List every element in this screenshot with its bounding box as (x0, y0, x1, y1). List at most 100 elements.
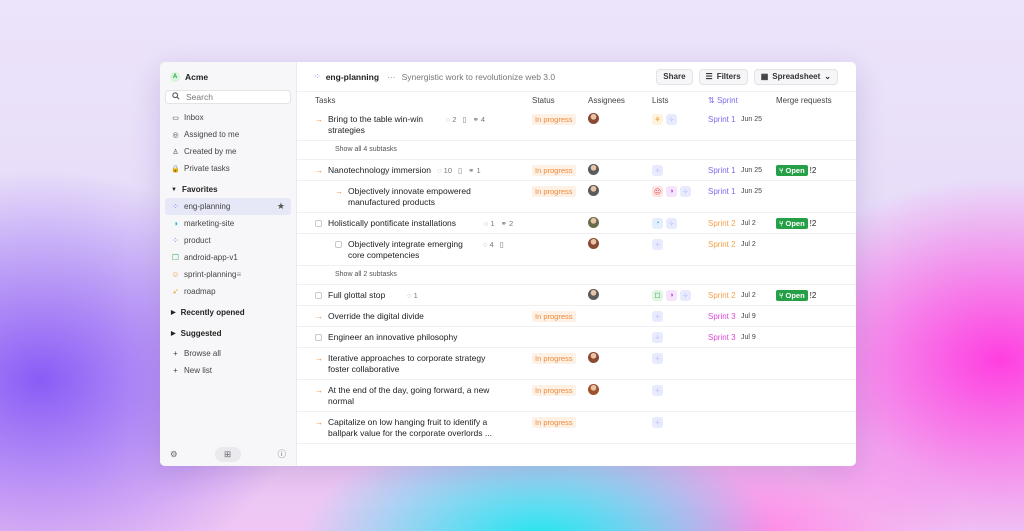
favorites-header[interactable]: ▼ Favorites (160, 181, 296, 198)
sprint-label[interactable]: Sprint 2 (708, 291, 736, 300)
sidebar-item-inbox[interactable]: ▭ Inbox (160, 109, 296, 126)
help-icon[interactable]: ⓘ (277, 448, 286, 460)
arrow-right-icon[interactable]: → (315, 167, 323, 175)
task-title[interactable]: Capitalize on low hanging fruit to ident… (328, 417, 492, 439)
list-tag-icon[interactable]: ◑ (666, 290, 677, 301)
col-assignees[interactable]: Assignees (588, 96, 625, 105)
arrow-right-icon[interactable]: → (315, 355, 323, 363)
search-input[interactable]: Search (165, 90, 291, 104)
sprint-label[interactable]: Sprint 1 (708, 115, 736, 124)
list-tag-icon[interactable]: ⁘ (652, 239, 663, 250)
task-title[interactable]: At the end of the day, going forward, a … (328, 385, 489, 407)
sprint-label[interactable]: Sprint 3 (708, 312, 736, 321)
task-title[interactable]: Full glottal stop (328, 290, 385, 301)
view-select[interactable]: ▦ Spreadsheet ⌄ (753, 68, 838, 85)
list-tag-icon[interactable]: ⁘ (666, 218, 677, 229)
avatar[interactable] (588, 384, 599, 395)
list-tag-icon[interactable]: ◔ (652, 218, 663, 229)
list-tag-icon[interactable]: ☹ (652, 186, 663, 197)
col-lists[interactable]: Lists (652, 96, 668, 105)
project-title[interactable]: eng-planning (326, 72, 379, 82)
merge-status-badge[interactable]: ⑂ Open (776, 290, 808, 301)
more-icon[interactable]: ··· (387, 72, 396, 82)
col-merge-requests[interactable]: Merge requests (776, 96, 832, 105)
list-tag-icon[interactable]: ◑ (666, 186, 677, 197)
list-tag-icon[interactable]: ⁘ (652, 353, 663, 364)
table-row[interactable]: → Objectively innovate empowered manufactu… (297, 181, 856, 213)
list-tag-icon[interactable]: ☐ (652, 290, 663, 301)
recently-opened-header[interactable]: ▶ Recently opened (160, 304, 296, 321)
sprint-label[interactable]: Sprint 2 (708, 240, 736, 249)
checkbox-icon[interactable] (315, 220, 322, 227)
list-tag-icon[interactable]: ⁘ (652, 311, 663, 322)
favorite-product[interactable]: ⁘ product (160, 232, 296, 249)
avatar[interactable] (588, 217, 599, 228)
browse-all-button[interactable]: + Browse all (160, 345, 296, 362)
table-row[interactable]: Holistically pontificate installations ◌ 1… (297, 213, 856, 234)
table-row[interactable]: → Capitalize on low hanging fruit to iden… (297, 412, 856, 444)
merge-request[interactable]: ⑂ Open !2 (776, 218, 816, 229)
avatar[interactable] (588, 113, 599, 124)
share-button[interactable]: Share (656, 68, 693, 85)
status-badge[interactable]: In progress (532, 353, 576, 364)
workspace-switcher[interactable]: A Acme (160, 70, 296, 84)
table-row[interactable]: → Override the digital divide In progress ⁘… (297, 306, 856, 327)
status-badge[interactable]: In progress (532, 165, 576, 176)
table-row[interactable]: → Nanotechnology immersion ◌ 10 ▯ ⚭ 1 In progre… (297, 160, 856, 181)
merge-status-badge[interactable]: ⑂ Open (776, 165, 808, 176)
arrow-right-icon[interactable]: → (335, 188, 343, 196)
list-tag-icon[interactable]: ⁘ (680, 290, 691, 301)
checkbox-icon[interactable] (335, 241, 342, 248)
favorite-android-app-v1[interactable]: ☐ android-app-v1 (160, 249, 296, 266)
favorite-roadmap[interactable]: ➶ roadmap (160, 283, 296, 300)
show-subtasks-button[interactable]: Show all 2 subtasks (335, 271, 397, 278)
table-row[interactable]: → Bring to the table win-win strategies ◌ 2 ▯… (297, 109, 856, 141)
gear-icon[interactable]: ⚙ (170, 449, 178, 460)
list-tag-icon[interactable]: ⁘ (680, 186, 691, 197)
table-row[interactable]: Full glottal stop ◌ 1 ☐ ◑ ⁘ Sprint 2 Jul 2 ⑂ Open… (297, 285, 856, 306)
suggested-header[interactable]: ▶ Suggested (160, 325, 296, 342)
status-badge[interactable]: In progress (532, 186, 576, 197)
compose-button[interactable]: ⊞ (214, 446, 241, 462)
arrow-right-icon[interactable]: → (315, 313, 323, 321)
sprint-label[interactable]: Sprint 1 (708, 166, 736, 175)
merge-status-badge[interactable]: ⑂ Open (776, 218, 808, 229)
task-title[interactable]: Objectively innovate empowered manufactur… (348, 186, 471, 208)
task-title[interactable]: Engineer an innovative philosophy (328, 332, 457, 343)
avatar[interactable] (588, 238, 599, 249)
arrow-right-icon[interactable]: → (315, 419, 323, 427)
list-tag-icon[interactable]: ⁘ (652, 332, 663, 343)
col-sprint[interactable]: ⇅ Sprint (708, 96, 738, 105)
list-tag-icon[interactable]: ⚘ (652, 114, 663, 125)
list-tag-icon[interactable]: ⁘ (666, 114, 677, 125)
task-title[interactable]: Objectively integrate emerging core compe… (348, 239, 463, 261)
sidebar-item-private-tasks[interactable]: 🔒 Private tasks (160, 160, 296, 177)
task-title[interactable]: Holistically pontificate installations (328, 218, 456, 229)
table-row[interactable]: → At the end of the day, going forward, a… (297, 380, 856, 412)
table-row[interactable]: Objectively integrate emerging core compe… (297, 234, 856, 266)
list-tag-icon[interactable]: ⁘ (652, 165, 663, 176)
task-title[interactable]: Nanotechnology immersion (328, 165, 431, 176)
show-subtasks-button[interactable]: Show all 4 subtasks (335, 146, 397, 153)
task-title[interactable]: Iterative approaches to corporate strate… (328, 353, 485, 375)
status-badge[interactable]: In progress (532, 385, 576, 396)
list-tag-icon[interactable]: ⁘ (652, 417, 663, 428)
sprint-label[interactable]: Sprint 2 (708, 219, 736, 228)
favorite-marketing-site[interactable]: ◑ marketing-site (160, 215, 296, 232)
sprint-label[interactable]: Sprint 1 (708, 187, 736, 196)
star-icon[interactable]: ★ (277, 201, 285, 212)
avatar[interactable] (588, 164, 599, 175)
status-badge[interactable]: In progress (532, 417, 576, 428)
avatar[interactable] (588, 289, 599, 300)
sidebar-item-created-by-me[interactable]: ♙ Created by me (160, 143, 296, 160)
col-tasks[interactable]: Tasks (315, 96, 335, 105)
avatar[interactable] (588, 185, 599, 196)
merge-request[interactable]: ⑂ Open !2 (776, 165, 816, 176)
favorite-sprint-planning[interactable]: ☺ sprint-planning ≡ (160, 266, 296, 283)
sprint-label[interactable]: Sprint 3 (708, 333, 736, 342)
new-list-button[interactable]: + New list (160, 362, 296, 379)
status-badge[interactable]: In progress (532, 311, 576, 322)
favorite-eng-planning[interactable]: ⁘ eng-planning ★ (165, 198, 291, 215)
task-title[interactable]: Bring to the table win-win strategies (328, 114, 423, 136)
checkbox-icon[interactable] (315, 292, 322, 299)
